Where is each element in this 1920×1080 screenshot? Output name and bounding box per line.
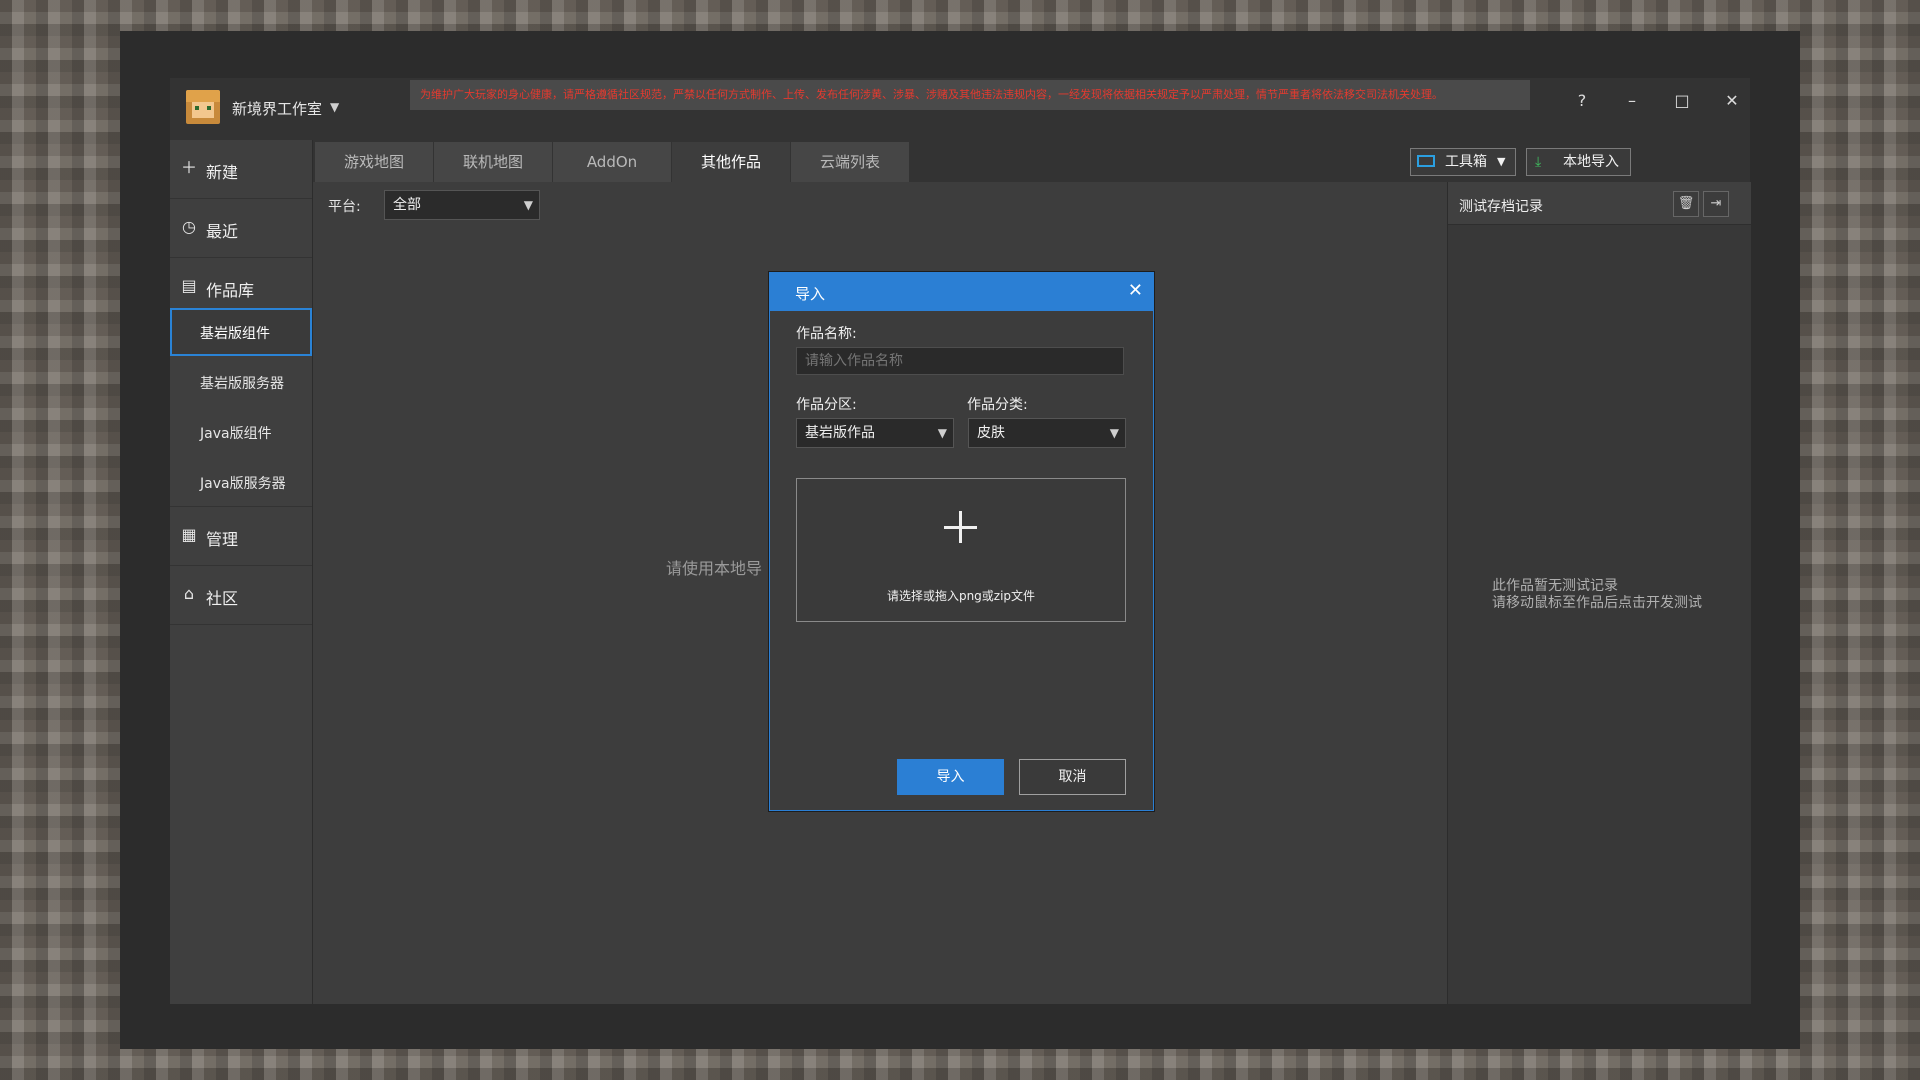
chevron-down-icon: ▼ xyxy=(1109,426,1119,440)
cancel-button[interactable]: 取消 xyxy=(1019,759,1126,795)
dialog-header: 导入 ✕ xyxy=(770,273,1153,311)
plus-icon: ＋ xyxy=(180,158,197,177)
minimize-button[interactable]: – xyxy=(1614,86,1650,116)
sidebar-item-bedrock-servers[interactable]: 基岩版服务器 xyxy=(170,358,312,406)
tab-cloud-list[interactable]: 云端列表 xyxy=(791,142,910,182)
tab-other-works[interactable]: 其他作品 xyxy=(672,142,791,182)
toolbox-button[interactable]: 工具箱 ▼ xyxy=(1410,148,1516,176)
grid-icon: ▦ xyxy=(181,525,197,544)
plus-icon xyxy=(941,507,981,547)
nav-new[interactable]: ＋ 新建 xyxy=(170,140,312,199)
help-icon[interactable]: ? xyxy=(1564,86,1600,116)
nav-recent[interactable]: ◷ 最近 xyxy=(170,199,312,258)
maximize-button[interactable]: □ xyxy=(1664,86,1700,116)
work-name-label: 作品名称: xyxy=(796,326,857,342)
collapse-panel-icon[interactable]: ⇥ xyxy=(1703,191,1729,217)
work-category-select[interactable]: 皮肤 ▼ xyxy=(968,418,1126,448)
studio-avatar-icon[interactable] xyxy=(186,90,220,124)
left-sidebar: ＋ 新建 ◷ 最近 ▤ 作品库 基岩版组件 基岩版服务器 Java版组件 Jav… xyxy=(170,140,313,1004)
sidebar-item-java-servers[interactable]: Java版服务器 xyxy=(170,458,312,507)
tab-game-maps[interactable]: 游戏地图 xyxy=(315,142,434,182)
tab-bar: 游戏地图 联机地图 AddOn 其他作品 云端列表 工具箱 ▼ ⤓ 本地导入 xyxy=(313,140,1750,182)
chevron-down-icon: ▼ xyxy=(1497,155,1506,168)
dropzone-text: 请选择或拖入png或zip文件 xyxy=(886,589,1036,603)
download-icon: ⤓ xyxy=(1535,154,1542,170)
import-dialog: 导入 ✕ 作品名称: 作品分区: 作品分类: 基岩版作品 ▼ 皮肤 ▼ 请选择或… xyxy=(769,272,1154,811)
library-icon: ▤ xyxy=(181,276,197,295)
test-records-title: 测试存档记录 xyxy=(1459,199,1543,215)
nav-community[interactable]: ⌂ 社区 xyxy=(170,566,312,625)
chevron-down-icon: ▼ xyxy=(937,426,947,440)
test-records-empty: 此作品暂无测试记录 请移动鼠标至作品后点击开发测试 xyxy=(1492,578,1702,611)
notice-banner: 为维护广大玩家的身心健康，请严格遵循社区规范，严禁以任何方式制作、上传、发布任何… xyxy=(410,80,1530,110)
work-category-label: 作品分类: xyxy=(967,397,1028,413)
close-window-button[interactable]: ✕ xyxy=(1714,86,1750,116)
work-name-input[interactable] xyxy=(796,347,1124,375)
nav-manage[interactable]: ▦ 管理 xyxy=(170,507,312,566)
sidebar-item-bedrock-components[interactable]: 基岩版组件 xyxy=(170,308,312,356)
home-icon: ⌂ xyxy=(183,584,195,603)
platform-label: 平台: xyxy=(328,199,361,215)
close-icon[interactable]: ✕ xyxy=(1128,280,1143,301)
empty-content-hint: 请使用本地导 xyxy=(666,559,763,578)
test-records-header: 测试存档记录 🗑 ⇥ xyxy=(1448,182,1751,225)
studio-name[interactable]: 新境界工作室 xyxy=(232,98,322,119)
chevron-down-icon: ▼ xyxy=(523,198,533,212)
test-records-panel: 测试存档记录 🗑 ⇥ 此作品暂无测试记录 请移动鼠标至作品后点击开发测试 xyxy=(1447,182,1751,1004)
clock-icon: ◷ xyxy=(182,217,196,236)
dialog-title: 导入 xyxy=(795,285,826,303)
toolbox-icon xyxy=(1417,155,1435,167)
title-bar: 新境界工作室 ▼ 为维护广大玩家的身心健康，请严格遵循社区规范，严禁以任何方式制… xyxy=(170,78,1750,140)
local-import-button[interactable]: ⤓ 本地导入 xyxy=(1526,148,1631,176)
work-section-label: 作品分区: xyxy=(796,397,857,413)
sidebar-item-java-components[interactable]: Java版组件 xyxy=(170,408,312,456)
import-button[interactable]: 导入 xyxy=(897,759,1004,795)
platform-select[interactable]: 全部 ▼ xyxy=(384,190,540,220)
tab-multiplayer-maps[interactable]: 联机地图 xyxy=(434,142,553,182)
app-window: 新境界工作室 ▼ 为维护广大玩家的身心健康，请严格遵循社区规范，严禁以任何方式制… xyxy=(170,78,1751,1004)
work-section-select[interactable]: 基岩版作品 ▼ xyxy=(796,418,954,448)
trash-icon[interactable]: 🗑 xyxy=(1673,191,1699,217)
tab-addon[interactable]: AddOn xyxy=(553,142,672,182)
file-dropzone[interactable]: 请选择或拖入png或zip文件 xyxy=(796,478,1126,622)
chevron-down-icon[interactable]: ▼ xyxy=(330,100,339,114)
